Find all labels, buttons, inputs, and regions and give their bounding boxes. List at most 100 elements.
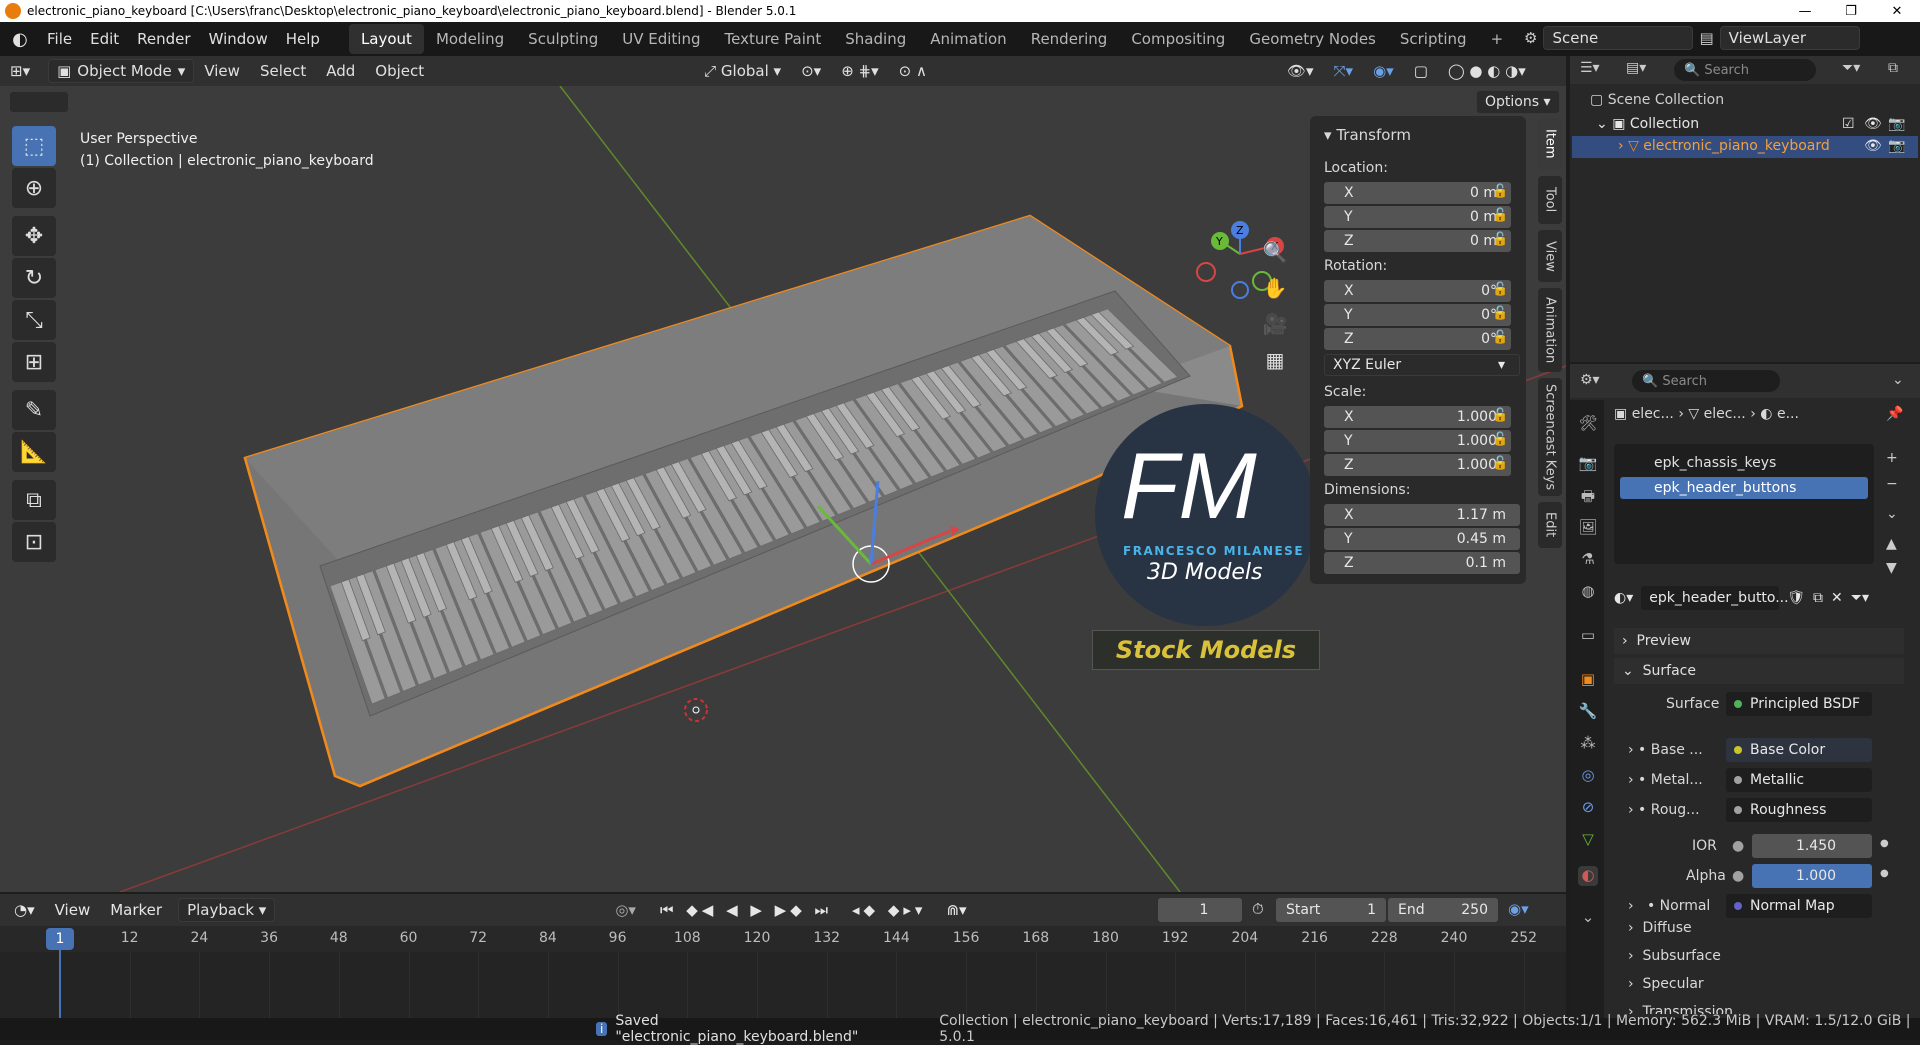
menu-object[interactable]: Object <box>365 62 434 80</box>
normal-input-selector[interactable]: Normal Map <box>1726 894 1872 918</box>
shader-input-link[interactable]: Roughness <box>1726 798 1872 822</box>
timeline[interactable]: 12 24 36 48 60 72 84 96 108 120 132 144 156 168 180 192… <box>0 926 1566 1018</box>
keyframe-nav-icons[interactable]: ◂◆ ◆▸▾ <box>852 901 926 919</box>
surface-shader-selector[interactable]: Principled BSDF <box>1726 692 1872 716</box>
view-layer-icon[interactable]: 🖼 <box>1578 518 1598 538</box>
scale-x-field[interactable]: X 1.000 <box>1324 406 1511 428</box>
dimensions-x-field[interactable]: X 1.17 m <box>1324 504 1520 526</box>
viewlayer-icon[interactable]: ▤ <box>1699 29 1713 47</box>
editor-type-icon[interactable]: ⊞▾ <box>0 62 40 80</box>
grid-icon[interactable]: ▦ <box>1262 342 1288 378</box>
diffuse-subpanel[interactable]: › Diffuse <box>1628 920 1692 936</box>
outliner-editor-icon[interactable]: ☰▾ <box>1580 60 1600 76</box>
filter-icon[interactable]: ⏷▾ <box>1851 590 1869 606</box>
shader-input-row[interactable]: › • Metal... <box>1628 772 1703 788</box>
object-properties-icon[interactable]: ▣ <box>1578 670 1598 690</box>
dimensions-y-field[interactable]: Y 0.45 m <box>1324 528 1520 550</box>
select-box-tool[interactable]: ⬚ <box>12 126 56 166</box>
measure-tool[interactable]: 📐 <box>12 432 56 472</box>
pan-icon[interactable]: ✋ <box>1262 270 1288 306</box>
playback-controls[interactable]: ⏮ ◆◀ ◀ ▶ ▶◆ ⏭ <box>660 901 832 919</box>
lock-icon[interactable]: 🔓 <box>1492 208 1508 223</box>
display-mode-icon[interactable]: ▤▾ <box>1626 60 1646 76</box>
visibility-icon[interactable]: 👁▾ <box>1277 62 1324 80</box>
preview-panel-header[interactable]: › Preview <box>1614 628 1904 654</box>
shader-input-link[interactable]: Base Color <box>1726 738 1872 762</box>
rotation-z-field[interactable]: Z 0° <box>1324 328 1511 350</box>
add-workspace-button[interactable]: + <box>1479 24 1516 54</box>
alpha-field[interactable]: 1.000 <box>1752 864 1872 888</box>
tab-uv-editing[interactable]: UV Editing <box>610 24 712 54</box>
socket-dot-icon[interactable]: ● <box>1732 838 1744 854</box>
minimize-button[interactable]: — <box>1782 0 1828 22</box>
material-slot-item[interactable]: epk_chassis_keys <box>1620 452 1868 474</box>
menu-add[interactable]: Add <box>316 62 365 80</box>
world-icon[interactable]: ◍ <box>1578 582 1598 602</box>
camera-icon[interactable]: 🎥 <box>1262 306 1288 342</box>
menu-edit[interactable]: Edit <box>81 30 128 48</box>
shader-input-row[interactable]: › • Base ... <box>1628 742 1703 758</box>
scene-icon[interactable]: ⚙ <box>1524 29 1537 47</box>
overlay-toggle-icon[interactable]: ◉▾ <box>1363 62 1404 80</box>
mode-selector[interactable]: ▣ Object Mode ▾ <box>48 59 195 83</box>
menu-view[interactable]: View <box>194 62 250 80</box>
collection-properties-icon[interactable]: ▭ <box>1578 626 1598 646</box>
stopwatch-icon[interactable]: ⏱ <box>1252 900 1264 918</box>
material-slot-item-selected[interactable]: epk_header_buttons <box>1620 477 1868 499</box>
properties-search-input[interactable]: 🔍 Search <box>1632 370 1780 392</box>
material-icon[interactable]: ◐ <box>1578 866 1598 886</box>
normal-row[interactable]: › • Normal <box>1628 898 1710 914</box>
camera-render-icon[interactable]: 📷 <box>1888 116 1905 132</box>
keyframe-dot-icon[interactable]: ● <box>1880 838 1889 849</box>
timeline-view-icon[interactable]: ◉▾ <box>1508 900 1529 918</box>
move-up-icon[interactable]: ▲ <box>1886 536 1897 552</box>
lock-icon[interactable]: 🔓 <box>1492 408 1508 423</box>
tab-geometry-nodes[interactable]: Geometry Nodes <box>1237 24 1388 54</box>
timeline-editor-icon[interactable]: ◔▾ <box>0 901 45 919</box>
tab-sculpting[interactable]: Sculpting <box>516 24 610 54</box>
rotate-tool[interactable]: ↻ <box>12 258 56 298</box>
tab-scripting[interactable]: Scripting <box>1388 24 1479 54</box>
remove-slot-button[interactable]: − <box>1886 476 1898 492</box>
scene-selector[interactable]: Scene <box>1543 26 1694 50</box>
dimensions-z-field[interactable]: Z 0.1 m <box>1324 552 1520 574</box>
playback-dropdown[interactable]: Playback ▾ <box>178 898 276 922</box>
eye-icon[interactable]: 👁 <box>1864 116 1882 132</box>
surface-panel-header[interactable]: ⌄ Surface <box>1614 658 1904 684</box>
lock-icon[interactable]: 🔓 <box>1492 306 1508 321</box>
scene-properties-icon[interactable]: ⚗ <box>1578 550 1598 570</box>
eye-icon[interactable]: 👁 <box>1864 138 1882 154</box>
lock-icon[interactable]: 🔓 <box>1492 456 1508 471</box>
options-dropdown[interactable]: Options ▾ <box>1476 90 1560 114</box>
start-frame-field[interactable]: Start 1 <box>1276 898 1386 922</box>
pivot-icon[interactable]: ⊙▾ <box>791 62 831 80</box>
tab-rendering[interactable]: Rendering <box>1019 24 1120 54</box>
lock-icon[interactable]: 🔓 <box>1492 232 1508 247</box>
material-name-field[interactable]: epk_header_butto... <box>1641 586 1789 610</box>
unlink-icon[interactable]: ✕ <box>1831 590 1843 606</box>
auto-keying-icon[interactable]: ◎▾ <box>615 901 636 919</box>
menu-select[interactable]: Select <box>250 62 316 80</box>
add-slot-button[interactable]: + <box>1886 450 1898 466</box>
tab-tool[interactable]: Tool <box>1538 176 1562 224</box>
checkbox-icon[interactable]: ☑ <box>1842 116 1855 132</box>
location-x-field[interactable]: X0 m <box>1324 182 1511 204</box>
add-object-tool[interactable]: ⊡ <box>12 522 56 562</box>
move-tool[interactable]: ✥ <box>12 216 56 256</box>
chevron-down-icon[interactable]: ⌄ <box>1578 908 1598 928</box>
transform-tool[interactable]: ⊞ <box>12 342 56 382</box>
tab-edit[interactable]: Edit <box>1538 502 1562 548</box>
properties-editor-icon[interactable]: ⚙▾ <box>1580 372 1600 388</box>
chevron-down-icon[interactable]: ⌄ <box>1892 372 1904 388</box>
scale-tool[interactable]: ⤡ <box>12 300 56 340</box>
fake-user-icon[interactable]: 🛡 <box>1787 590 1805 606</box>
viewlayer-selector[interactable]: ViewLayer <box>1719 26 1860 50</box>
snap-timeline-icon[interactable]: ⋒▾ <box>946 901 966 919</box>
camera-render-icon[interactable]: 📷 <box>1888 138 1905 154</box>
menu-render[interactable]: Render <box>128 30 199 48</box>
lock-icon[interactable]: 🔓 <box>1492 184 1508 199</box>
duplicate-icon[interactable]: ⧉ <box>1813 590 1823 606</box>
tab-modeling[interactable]: Modeling <box>424 24 516 54</box>
maximize-button[interactable]: ❐ <box>1828 0 1874 22</box>
select-mode-buttons[interactable] <box>10 92 68 112</box>
